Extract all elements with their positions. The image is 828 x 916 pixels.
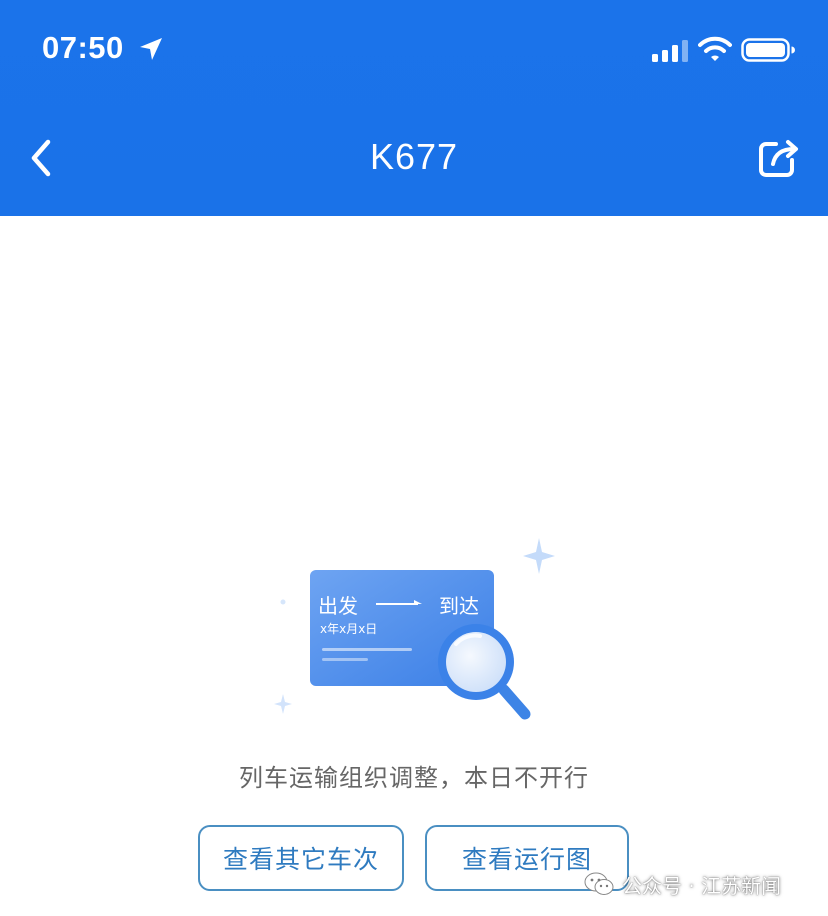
share-icon — [759, 140, 798, 177]
ticket-search-illustration — [274, 538, 555, 720]
share-button[interactable] — [756, 136, 802, 180]
illustration-depart-label: 出发 — [318, 594, 358, 618]
signal-icon — [652, 40, 688, 62]
status-time: 07:50 — [42, 30, 124, 65]
wifi-icon — [698, 36, 732, 61]
app-header: 07:50 K677 — [0, 0, 828, 216]
battery-icon — [741, 38, 795, 62]
wechat-watermark: 公众号 · 江苏新闻 — [584, 868, 781, 900]
view-other-trains-button[interactable]: 查看其它车次 — [198, 825, 404, 891]
illustration-arrive-label: 到达 — [439, 594, 479, 618]
wechat-icon — [584, 872, 614, 895]
location-arrow-icon — [140, 38, 162, 60]
status-message: 列车运输组织调整，本日不开行 — [239, 764, 589, 792]
page-title: K677 — [369, 136, 459, 177]
watermark-text: 公众号 · 江苏新闻 — [622, 873, 782, 898]
illustration-date-label: x年x月x日 — [320, 622, 378, 636]
